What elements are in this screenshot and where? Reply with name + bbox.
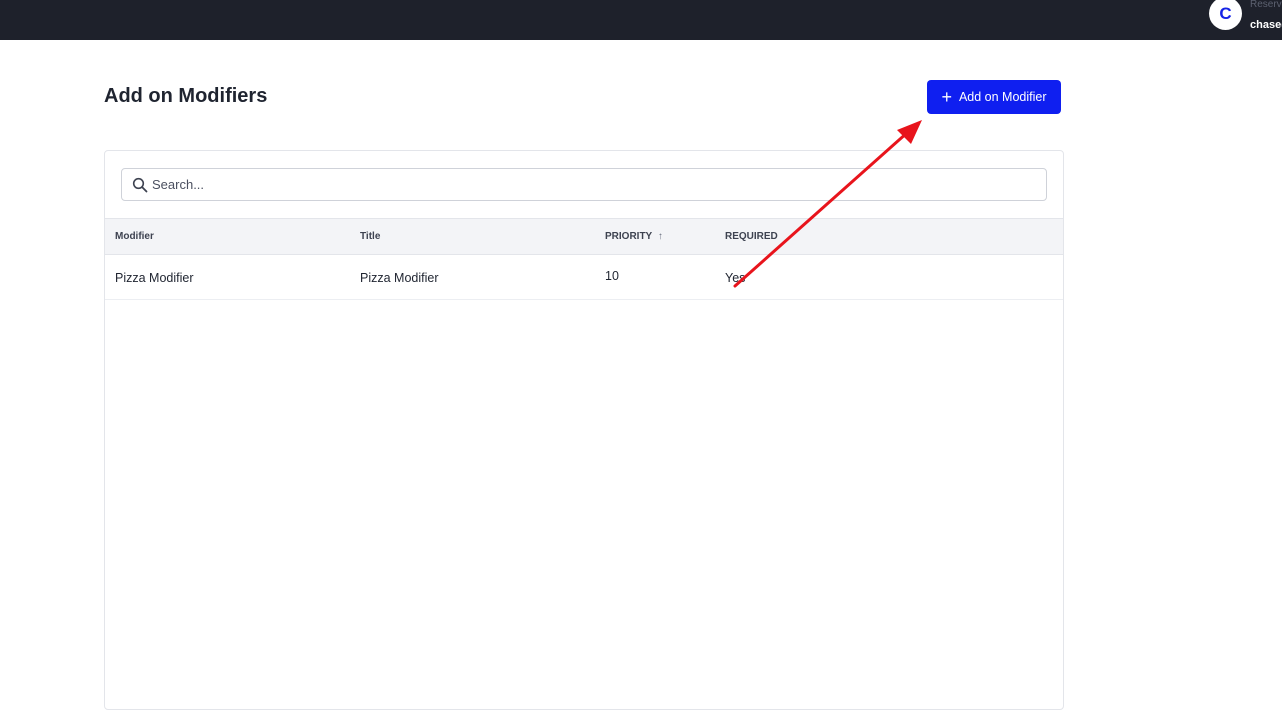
cell-priority: 10: [605, 269, 619, 283]
column-header-required[interactable]: REQUIRED: [725, 231, 778, 242]
column-header-modifier[interactable]: Modifier: [115, 231, 154, 242]
search-icon: [132, 177, 148, 193]
top-navigation-bar: C Reserv chase(: [0, 0, 1282, 40]
add-on-modifier-button-label: Add on Modifier: [958, 90, 1047, 104]
modifiers-table-card: Modifier Title PRIORITY ↑ REQUIRED Pizza…: [104, 150, 1064, 710]
user-email[interactable]: chase(: [1250, 19, 1282, 31]
search-box[interactable]: [121, 168, 1047, 201]
plus-icon: +: [941, 87, 952, 107]
cell-modifier: Pizza Modifier: [115, 271, 194, 285]
avatar-initial: C: [1219, 3, 1232, 23]
avatar[interactable]: C: [1209, 0, 1242, 30]
sort-ascending-icon: ↑: [657, 231, 663, 242]
page-title: Add on Modifiers: [104, 85, 268, 107]
add-on-modifier-button[interactable]: + Add on Modifier: [927, 80, 1061, 114]
table-row[interactable]: Pizza Modifier Pizza Modifier 10 Yes: [105, 255, 1063, 300]
column-header-title[interactable]: Title: [360, 231, 380, 242]
cell-title: Pizza Modifier: [360, 271, 439, 285]
cell-required: Yes: [725, 271, 746, 285]
column-header-priority[interactable]: PRIORITY ↑: [605, 231, 663, 242]
user-role: Reserv: [1250, 0, 1282, 10]
table-header: Modifier Title PRIORITY ↑ REQUIRED: [105, 218, 1063, 255]
search-input[interactable]: [152, 169, 1032, 200]
column-header-priority-label: PRIORITY: [605, 231, 653, 242]
